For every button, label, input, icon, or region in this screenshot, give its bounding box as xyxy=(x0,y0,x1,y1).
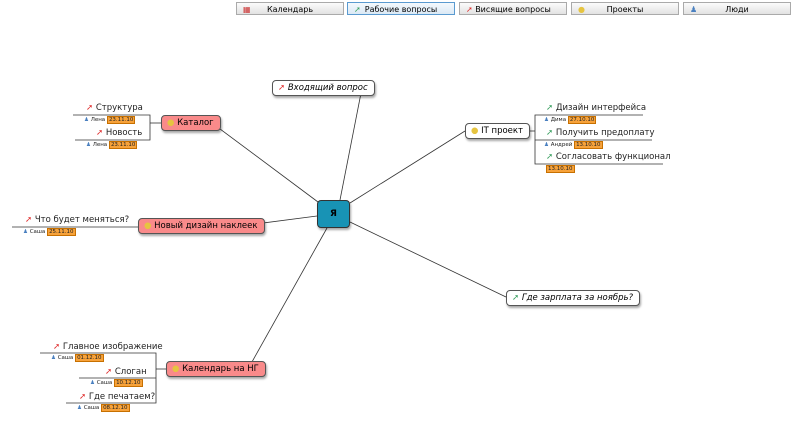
user-icon: ♟ xyxy=(23,229,28,235)
user-icon: ♟ xyxy=(544,142,549,148)
node-sticker-design[interactable]: ● Новый дизайн наклеек xyxy=(138,218,265,234)
red-pin-icon: ➚ xyxy=(86,103,94,113)
leaf-agree-functionality[interactable]: ➚ Согласовать функционал xyxy=(546,152,671,162)
leaf-what-changes[interactable]: ➚ Что будет меняться? xyxy=(25,215,129,225)
node-incoming-question[interactable]: ➚ Входящий вопрос xyxy=(272,80,375,96)
leaf-meta: ♟ Лена 23.11.10 xyxy=(86,141,138,149)
user-icon: ♟ xyxy=(84,117,89,123)
user-icon: ♟ xyxy=(544,117,549,123)
leaf-meta: ♟ Андрей 13.10.10 xyxy=(544,141,603,149)
leaf-meta: ♟ Саша 25.11.10 xyxy=(23,228,76,236)
leaf-meta: ♟ Дима 27.10.10 xyxy=(544,116,597,124)
node-catalog[interactable]: ● Каталог xyxy=(161,115,221,131)
leaf-meta: 13.10.10 xyxy=(546,165,575,173)
leaf-structure[interactable]: ➚ Структура xyxy=(86,103,143,113)
leaf-meta: ♟ Саша 01.12.10 xyxy=(51,354,104,362)
leaf-meta: ♟ Лена 23.11.10 xyxy=(84,116,136,124)
leaf-slogan[interactable]: ➚ Слоган xyxy=(105,367,147,377)
center-node[interactable]: Я xyxy=(317,200,350,228)
red-pin-icon: ➚ xyxy=(53,342,61,352)
red-pin-icon: ➚ xyxy=(96,128,104,138)
user-icon: ♟ xyxy=(77,405,82,411)
red-pin-icon: ➚ xyxy=(79,392,87,402)
green-pin-icon: ➚ xyxy=(546,128,554,138)
red-pin-icon: ➚ xyxy=(25,215,33,225)
green-pin-icon: ➚ xyxy=(546,152,554,162)
node-it-project[interactable]: ● IT проект xyxy=(465,123,530,139)
leaf-meta: ♟ Саша 08.12.10 xyxy=(77,404,130,412)
leaf-interface-design[interactable]: ➚ Дизайн интерфейса xyxy=(546,103,646,113)
user-icon: ♟ xyxy=(86,142,91,148)
red-pin-icon: ➚ xyxy=(105,367,113,377)
leaf-meta: ♟ Саша 10.12.10 xyxy=(90,379,143,387)
lightbulb-icon: ● xyxy=(471,126,479,136)
node-salary-question[interactable]: ➚ Где зарплата за ноябрь? xyxy=(506,290,641,306)
leaf-prepayment[interactable]: ➚ Получить предоплату xyxy=(546,128,655,138)
lightbulb-icon: ● xyxy=(172,364,180,374)
green-pin-icon: ➚ xyxy=(512,293,520,303)
connector-lines xyxy=(12,87,663,404)
leaf-where-print[interactable]: ➚ Где печатаем? xyxy=(79,392,155,402)
leaf-main-image[interactable]: ➚ Главное изображение xyxy=(53,342,163,352)
leaf-news[interactable]: ➚ Новость xyxy=(96,128,142,138)
green-pin-icon: ➚ xyxy=(546,103,554,113)
lightbulb-icon: ● xyxy=(167,118,175,128)
user-icon: ♟ xyxy=(51,355,56,361)
user-icon: ♟ xyxy=(90,380,95,386)
node-ny-calendar[interactable]: ● Календарь на НГ xyxy=(166,361,266,377)
lightbulb-icon: ● xyxy=(144,221,152,231)
red-pin-icon: ➚ xyxy=(278,83,286,93)
